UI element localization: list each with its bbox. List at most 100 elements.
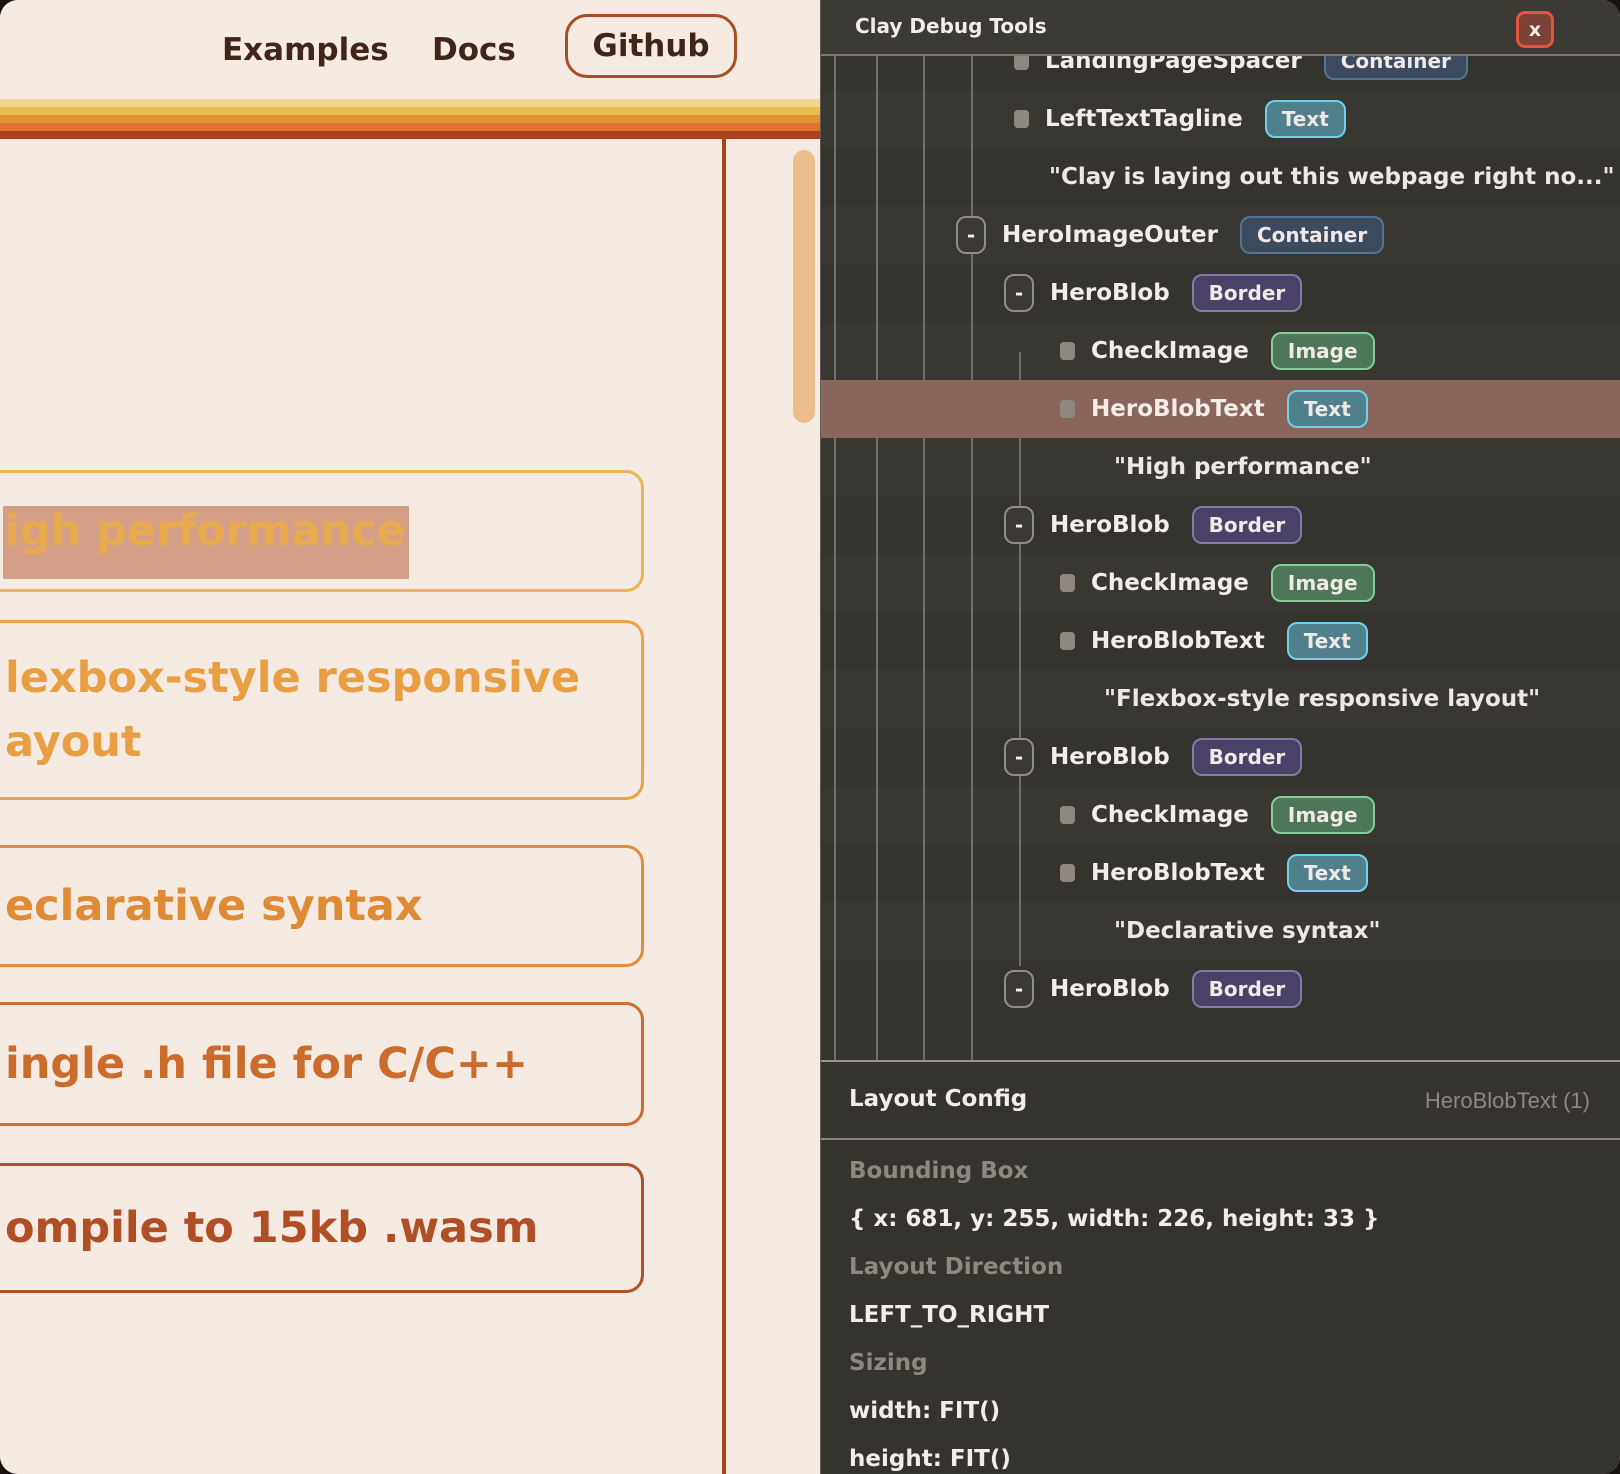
nav-link-examples[interactable]: Examples xyxy=(222,32,389,68)
feature-box: ingle .h file for C/C++ xyxy=(0,1002,644,1126)
config-field-value: width: FIT() xyxy=(849,1396,1620,1427)
tree-node-label: HeroBlobText xyxy=(1091,628,1265,654)
collapse-toggle[interactable]: - xyxy=(956,216,986,254)
leaf-bullet-icon xyxy=(1060,574,1075,592)
config-field-value: { x: 681, y: 255, width: 226, height: 33… xyxy=(849,1204,1620,1235)
selected-element-name: HeroBlobText (1) xyxy=(1425,1088,1590,1114)
close-button[interactable]: x xyxy=(1516,11,1554,48)
feature-box: igh performance xyxy=(0,470,644,592)
layout-config-section: Layout Config HeroBlobText (1) Bounding … xyxy=(821,1060,1620,1474)
feature-box: ompile to 15kb .wasm xyxy=(0,1163,644,1293)
github-button[interactable]: Github xyxy=(565,14,737,78)
tree-row[interactable]: -HeroBlobBorder xyxy=(821,960,1620,1018)
config-field-value: LEFT_TO_RIGHT xyxy=(849,1300,1620,1331)
node-type-badge: Text xyxy=(1287,854,1368,892)
node-type-badge: Border xyxy=(1192,506,1303,544)
tree-row[interactable]: LandingPageSpacer Container xyxy=(821,56,1620,90)
node-type-badge: Text xyxy=(1265,100,1346,138)
feature-box-text: igh performance xyxy=(5,499,641,563)
feature-box-text: ayout xyxy=(5,710,641,774)
leaf-bullet-icon xyxy=(1060,400,1075,418)
tree-quote-row[interactable]: "Declarative syntax" xyxy=(821,902,1620,960)
header-stripe xyxy=(0,99,820,139)
page-scrollbar-thumb[interactable] xyxy=(793,150,815,423)
tree-node-label: CheckImage xyxy=(1091,802,1249,828)
leaf-bullet-icon xyxy=(1060,632,1075,650)
node-text-content: "High performance" xyxy=(1114,454,1372,480)
node-type-badge: Container xyxy=(1324,56,1468,80)
page-section-divider xyxy=(722,139,726,1474)
node-type-badge: Text xyxy=(1287,622,1368,660)
node-type-badge: Image xyxy=(1271,796,1375,834)
layout-config-header: Layout Config HeroBlobText (1) xyxy=(821,1062,1620,1140)
node-text-content: "Clay is laying out this webpage right n… xyxy=(1049,164,1615,190)
node-type-badge: Border xyxy=(1192,970,1303,1008)
layout-config-title: Layout Config xyxy=(849,1086,1027,1112)
config-field-value: height: FIT() xyxy=(849,1444,1620,1474)
tree-row[interactable]: LeftTextTagline Text xyxy=(821,90,1620,148)
top-nav: Examples Docs Github xyxy=(0,0,820,99)
tree-node-label: LandingPageSpacer xyxy=(1045,56,1302,74)
leaf-bullet-icon xyxy=(1060,342,1075,360)
tree-node-label: HeroBlobText xyxy=(1091,396,1265,422)
feature-box: lexbox-style responsiveayout xyxy=(0,620,644,800)
stripe-band xyxy=(0,131,820,139)
node-type-badge: Image xyxy=(1271,564,1375,602)
collapse-toggle[interactable]: - xyxy=(1004,970,1034,1008)
tree-row[interactable]: HeroBlobText Text xyxy=(821,380,1620,438)
tree-node-label: HeroBlob xyxy=(1050,280,1170,306)
node-type-badge: Border xyxy=(1192,738,1303,776)
feature-box-text: ingle .h file for C/C++ xyxy=(5,1032,641,1096)
node-type-badge: Text xyxy=(1287,390,1368,428)
tree-node-label: CheckImage xyxy=(1091,570,1249,596)
config-field-label: Bounding Box xyxy=(849,1156,1620,1187)
node-type-badge: Image xyxy=(1271,332,1375,370)
leaf-bullet-icon xyxy=(1060,806,1075,824)
tree-quote-row[interactable]: "High performance" xyxy=(821,438,1620,496)
leaf-bullet-icon xyxy=(1060,864,1075,882)
feature-box-text: eclarative syntax xyxy=(5,874,641,938)
tree-quote-row[interactable]: "Clay is laying out this webpage right n… xyxy=(821,148,1620,206)
tree-row[interactable]: CheckImage Image xyxy=(821,322,1620,380)
feature-box-text: lexbox-style responsive xyxy=(5,646,641,710)
collapse-toggle[interactable]: - xyxy=(1004,738,1034,776)
tree-row[interactable]: CheckImage Image xyxy=(821,554,1620,612)
nav-link-docs[interactable]: Docs xyxy=(432,32,516,68)
tree-node-label: HeroBlobText xyxy=(1091,860,1265,886)
feature-box: eclarative syntax xyxy=(0,845,644,967)
feature-box-text: ompile to 15kb .wasm xyxy=(5,1196,641,1260)
stripe-band xyxy=(0,123,820,131)
clay-debug-panel: LandingPageSpacer Container LeftTextTaglin… xyxy=(820,0,1620,1474)
leaf-bullet-icon xyxy=(1014,110,1029,128)
stripe-band xyxy=(0,115,820,123)
node-type-badge: Container xyxy=(1240,216,1384,254)
leaf-bullet-icon xyxy=(1014,56,1029,70)
tree-node-label: HeroImageOuter xyxy=(1002,222,1218,248)
tree-row[interactable]: -HeroBlob Border xyxy=(821,264,1620,322)
tree-row[interactable]: -HeroBlobBorder xyxy=(821,728,1620,786)
stripe-band xyxy=(0,107,820,115)
tree-node-label: CheckImage xyxy=(1091,338,1249,364)
tree-node-label: HeroBlob xyxy=(1050,512,1170,538)
node-text-content: "Declarative syntax" xyxy=(1114,918,1380,944)
node-type-badge: Border xyxy=(1192,274,1303,312)
debug-panel-title: Clay Debug Tools xyxy=(855,14,1047,38)
config-field-label: Layout Direction xyxy=(849,1252,1620,1283)
website-page: Examples Docs Github igh performance lexb… xyxy=(0,0,820,1474)
tree-quote-row[interactable]: "Flexbox-style responsive layout" xyxy=(821,670,1620,728)
element-tree: LandingPageSpacer Container LeftTextTaglin… xyxy=(821,56,1620,1060)
node-text-content: "Flexbox-style responsive layout" xyxy=(1104,686,1540,712)
tree-row[interactable]: HeroBlobText Text xyxy=(821,844,1620,902)
app-window: Examples Docs Github igh performance lexb… xyxy=(0,0,1620,1474)
layout-config-body: Bounding Box { x: 681, y: 255, width: 226… xyxy=(821,1140,1620,1474)
collapse-toggle[interactable]: - xyxy=(1004,506,1034,544)
tree-row[interactable]: -HeroImageOuter Container xyxy=(821,206,1620,264)
debug-panel-titlebar: Clay Debug Tools x xyxy=(821,0,1620,56)
tree-node-label: LeftTextTagline xyxy=(1045,106,1243,132)
tree-row[interactable]: -HeroBlob Border xyxy=(821,496,1620,554)
stripe-band xyxy=(0,99,820,107)
tree-row[interactable]: CheckImage Image xyxy=(821,786,1620,844)
tree-row[interactable]: HeroBlobText Text xyxy=(821,612,1620,670)
collapse-toggle[interactable]: - xyxy=(1004,274,1034,312)
config-field-label: Sizing xyxy=(849,1348,1620,1379)
